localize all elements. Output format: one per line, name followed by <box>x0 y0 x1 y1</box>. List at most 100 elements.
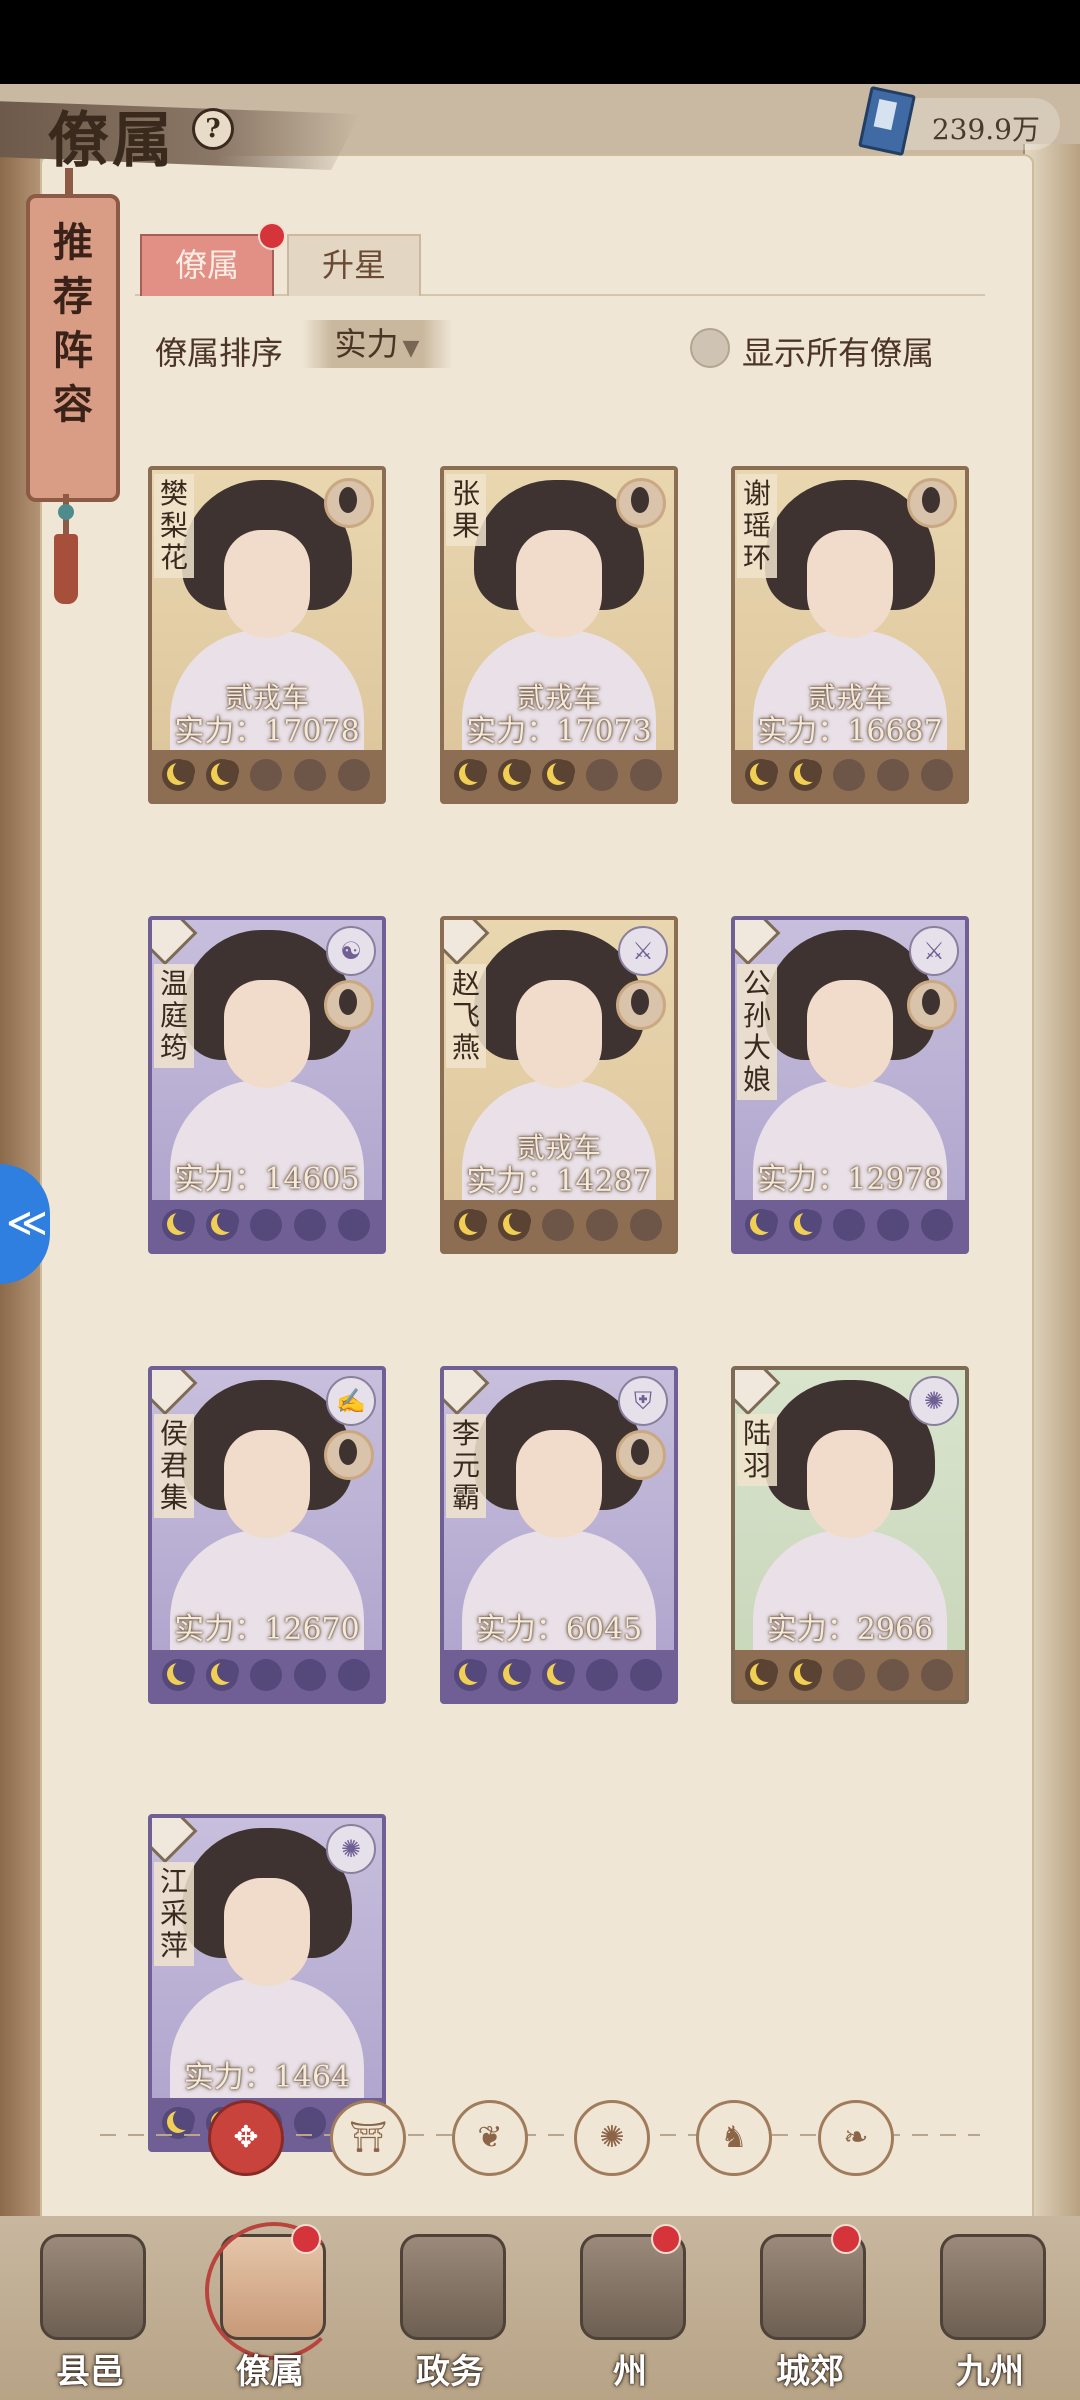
faction-leaf-icon[interactable]: ❧ <box>818 2100 894 2176</box>
moon-star-filled-icon <box>498 1209 531 1241</box>
sort-label: 僚属排序 <box>155 334 284 372</box>
moon-star-filled-icon <box>162 1209 195 1241</box>
skill-emblem-icon: ✺ <box>909 1376 959 1426</box>
nav-item[interactable]: 县邑 <box>15 2226 165 2396</box>
retainer-name: 侯君集 <box>154 1414 194 1518</box>
moon-star-empty-icon <box>833 1659 865 1691</box>
faction-gourd-icon[interactable]: ❦ <box>452 2100 528 2176</box>
nav-building-icon <box>400 2234 506 2340</box>
moon-star-empty-icon <box>294 759 326 791</box>
nav-item[interactable]: 政务 <box>375 2226 525 2396</box>
moon-star-empty-icon <box>338 1209 370 1241</box>
tab-retainers-label: 僚属 <box>174 246 239 284</box>
selected-ring <box>205 2222 343 2360</box>
retainer-name: 赵飞燕 <box>446 964 486 1068</box>
moon-star-empty-icon <box>630 759 662 791</box>
bottom-nav: 县邑 僚属 政务 州 城郊 九州 <box>0 2216 1080 2400</box>
moon-star-empty-icon <box>586 1659 618 1691</box>
retainer-name: 公孙大娘 <box>737 964 777 1100</box>
partner-avatar-icon <box>616 478 666 528</box>
moon-star-empty-icon <box>921 1209 953 1241</box>
tab-retainers[interactable]: 僚属 <box>140 222 286 296</box>
retainer-power: 实力：12670 <box>174 1612 360 1647</box>
moon-star-filled-icon <box>542 1659 575 1691</box>
moon-star-filled-icon <box>789 759 822 791</box>
nav-label: 政务 <box>416 2352 484 2392</box>
retainer-card[interactable]: ✍ 侯君集实力：12670 <box>148 1366 386 1704</box>
moon-star-filled-icon <box>789 1659 822 1691</box>
partner-avatar-icon <box>324 1430 374 1480</box>
tab-star-up[interactable]: 升星 <box>287 234 421 296</box>
partner-avatar-icon <box>616 980 666 1030</box>
currency-display: 239.9万 <box>858 85 1060 157</box>
nav-label: 僚属 <box>236 2352 304 2392</box>
nav-item[interactable]: 九州 <box>915 2226 1065 2396</box>
partner-avatar-icon <box>616 1430 666 1480</box>
moon-star-filled-icon <box>789 1209 822 1241</box>
tab-star-up-label: 升星 <box>321 246 386 284</box>
star-rating <box>152 750 382 800</box>
moon-star-filled-icon <box>745 759 778 791</box>
dropdown-arrow-icon: ▼ <box>402 336 420 361</box>
retainer-name: 李元霸 <box>446 1414 486 1518</box>
retainer-name: 谢瑶环 <box>737 474 777 578</box>
retainer-card[interactable]: ☯ 温庭筠实力：14605 <box>148 916 386 1254</box>
nav-label: 州 <box>613 2352 647 2392</box>
nav-item[interactable]: 城郊 <box>735 2224 885 2396</box>
faction-beast-icon[interactable]: ♞ <box>696 2100 772 2176</box>
retainer-card[interactable]: ✺ 江采萍实力：1464 <box>148 1814 386 2152</box>
moon-star-empty-icon <box>250 1209 282 1241</box>
retainer-power: 实力：2966 <box>766 1612 934 1647</box>
retainer-power: 实力：6045 <box>475 1612 643 1647</box>
currency-value: 239.9万 <box>931 113 1040 146</box>
partner-avatar-icon <box>907 478 957 528</box>
retainer-power: 实力：12978 <box>757 1162 943 1197</box>
skill-emblem-icon: ⚔ <box>618 926 668 976</box>
retainer-name: 江采萍 <box>154 1862 194 1966</box>
moon-star-filled-icon <box>162 1659 195 1691</box>
partner-avatar-icon <box>324 478 374 528</box>
moon-star-empty-icon <box>877 1209 909 1241</box>
retainer-card[interactable]: 樊梨花贰戎车 实力：17078 <box>148 466 386 804</box>
star-rating <box>152 1200 382 1250</box>
moon-star-empty-icon <box>877 759 909 791</box>
moon-star-filled-icon <box>454 1209 487 1241</box>
retainer-power: 实力：14287 <box>466 1164 652 1199</box>
faction-fan-icon[interactable]: ✺ <box>574 2100 650 2176</box>
moon-star-empty-icon <box>877 1659 909 1691</box>
skill-emblem-icon: ⚔ <box>909 926 959 976</box>
help-icon[interactable]: ? <box>192 108 234 150</box>
skill-emblem-icon: ✍ <box>326 1376 376 1426</box>
retainer-power: 实力：1464 <box>183 2060 351 2095</box>
retainer-power: 实力：17078 <box>174 714 360 749</box>
faction-bell-icon[interactable]: ⛩ <box>330 2100 406 2176</box>
nav-item[interactable]: 僚属 <box>195 2222 345 2396</box>
notification-badge <box>258 222 286 250</box>
show-all-radio[interactable] <box>690 328 730 368</box>
nav-building-icon <box>40 2234 146 2340</box>
retainer-card[interactable]: ⚔ 公孙大娘实力：12978 <box>731 916 969 1254</box>
sort-dropdown[interactable]: 实力 ▼ <box>302 320 452 368</box>
moon-star-empty-icon <box>542 1209 574 1241</box>
nav-item[interactable]: 州 <box>555 2224 705 2396</box>
retainer-name: 樊梨花 <box>154 474 194 578</box>
all-diamond-icon[interactable]: ✥ <box>208 2100 284 2176</box>
retainer-card[interactable]: ⛨ 李元霸实力：6045 <box>440 1366 678 1704</box>
star-rating <box>735 750 965 800</box>
moon-star-empty-icon <box>921 1659 953 1691</box>
retainer-card[interactable]: 张果贰戎车 实力：17073 <box>440 466 678 804</box>
moon-star-empty-icon <box>294 1659 326 1691</box>
retainer-card[interactable]: ✺ 陆羽实力：2966 <box>731 1366 969 1704</box>
retainer-card[interactable]: ⚔ 赵飞燕贰戎车 实力：14287 <box>440 916 678 1254</box>
retainer-card[interactable]: 谢瑶环贰戎车 实力：16687 <box>731 466 969 804</box>
skill-emblem-icon: ⛨ <box>618 1376 668 1426</box>
moon-star-empty-icon <box>338 759 370 791</box>
notification-badge <box>651 2224 681 2254</box>
app-screen: 僚属 ? 239.9万 推荐阵容 僚属 升星 僚属排序 实力 ▼ 显示所有僚属 樊… <box>0 84 1080 2400</box>
star-rating <box>152 1650 382 1700</box>
tab-bar: 僚属 升星 <box>135 222 985 296</box>
moon-star-filled-icon <box>162 759 195 791</box>
moon-star-empty-icon <box>586 759 618 791</box>
nav-label: 九州 <box>956 2352 1024 2392</box>
recommend-lineup-button[interactable]: 推荐阵容 <box>26 168 120 502</box>
